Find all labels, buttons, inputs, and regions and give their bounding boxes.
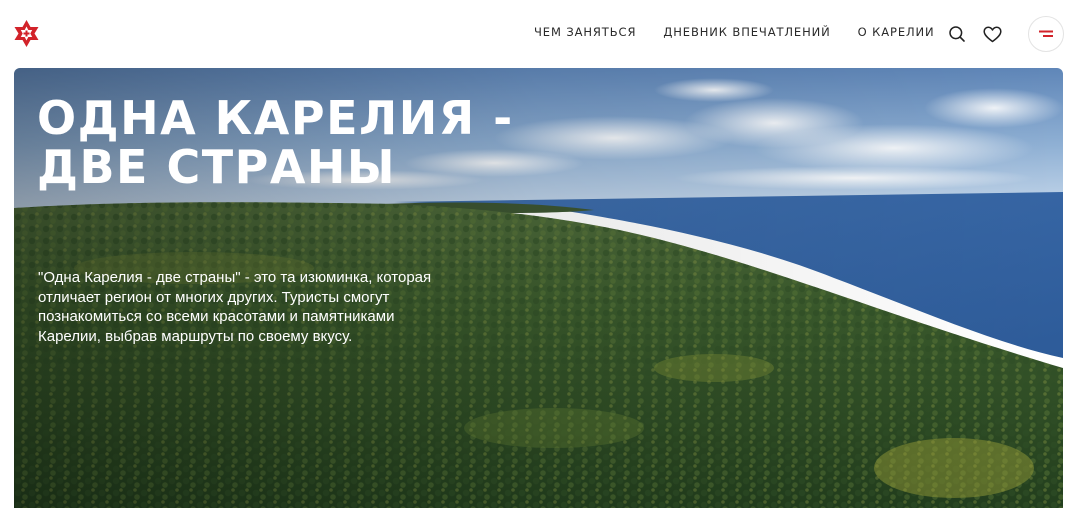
karelia-logo-icon[interactable] [13, 20, 40, 47]
search-button[interactable] [947, 24, 967, 44]
hero-banner: ОДНА КАРЕЛИЯ - ДВЕ СТРАНЫ "Одна Карелия … [14, 68, 1063, 508]
hero-title: ОДНА КАРЕЛИЯ - ДВЕ СТРАНЫ [37, 91, 514, 194]
menu-icon [1039, 30, 1053, 37]
nav-item-activities[interactable]: ЧЕМ ЗАНЯТЬСЯ [534, 25, 636, 39]
hero-description: "Одна Карелия - две страны" - это та изю… [38, 269, 432, 345]
nav-item-about[interactable]: О КАРЕЛИИ [858, 25, 935, 39]
menu-button[interactable] [1028, 16, 1064, 52]
main-nav: ЧЕМ ЗАНЯТЬСЯ ДНЕВНИК ВПЕЧАТЛЕНИЙ О КАРЕЛ… [534, 25, 935, 39]
favorites-button[interactable] [982, 24, 1002, 44]
nav-item-diary[interactable]: ДНЕВНИК ВПЕЧАТЛЕНИЙ [663, 25, 830, 39]
search-icon [949, 26, 965, 42]
heart-icon [982, 26, 1002, 42]
site-header: ЧЕМ ЗАНЯТЬСЯ ДНЕВНИК ВПЕЧАТЛЕНИЙ О КАРЕЛ… [0, 0, 1077, 68]
